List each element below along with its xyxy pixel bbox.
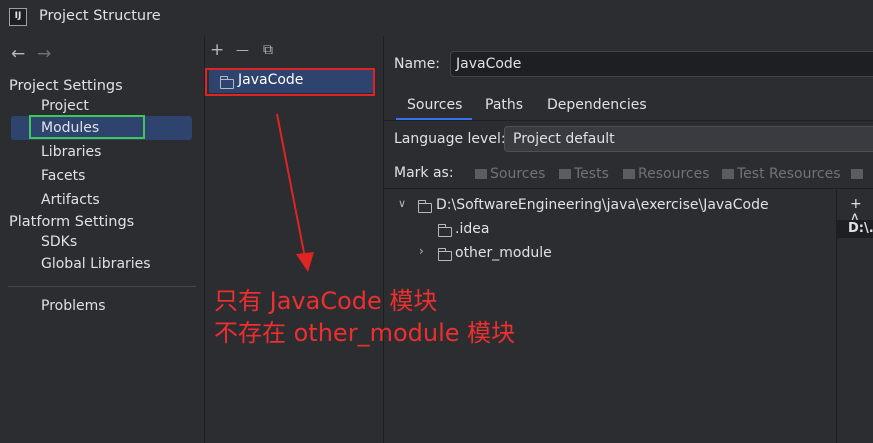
tree-item-idea[interactable]: .idea [455,221,489,237]
mark-as-excluded-button[interactable] [851,166,866,182]
module-name-field[interactable]: JavaCode [450,51,873,77]
tab-dependencies[interactable]: Dependencies [547,97,647,113]
language-level-label: Language level: [394,131,506,147]
tree-root-path[interactable]: D:\SoftwareEngineering\java\exercise\Jav… [436,197,769,213]
root-folder-icon [417,200,432,217]
collapse-chevron-icon[interactable]: ∨ [398,197,406,210]
copy-module-icon[interactable]: ⧉ [263,42,273,58]
idea-folder-icon [437,224,452,241]
intellij-app-icon: IJ [9,8,27,26]
mark-as-sources-button[interactable]: Sources [475,166,545,182]
nav-item-sdks[interactable]: SDKs [41,234,77,250]
forward-arrow-icon[interactable]: → [37,44,51,64]
tab-paths[interactable]: Paths [485,97,523,113]
nav-item-global-libraries[interactable]: Global Libraries [41,256,151,272]
remove-module-icon[interactable]: — [236,43,249,58]
excluded-folder-icon [851,169,863,179]
nav-item-problems[interactable]: Problems [41,298,106,314]
window-title: Project Structure [39,8,161,24]
active-tab-indicator [396,118,472,120]
name-label: Name: [394,56,441,72]
content-root-path[interactable]: D:\... [848,221,873,236]
modules-green-highlight-box [29,115,145,139]
annotation-line-2: 不存在 other_module 模块 [214,319,516,347]
tree-top-divider [384,188,873,189]
tab-sources[interactable]: Sources [407,97,462,113]
tabs-divider [384,120,873,121]
annotation-line-1: 只有 JavaCode 模块 [214,287,438,315]
nav-item-artifacts[interactable]: Artifacts [41,192,100,208]
expand-chevron-icon[interactable]: › [419,244,424,258]
other-module-folder-icon [437,248,452,265]
test-resources-folder-icon [722,169,734,179]
project-settings-heading: Project Settings [9,78,123,94]
language-level-dropdown[interactable]: Project default [504,126,873,152]
module-red-highlight-box [205,68,375,96]
mark-as-test-resources-button[interactable]: Test Resources [722,166,841,182]
nav-divider [8,286,196,287]
tree-item-other-module[interactable]: other_module [455,245,552,261]
tests-folder-icon [559,169,571,179]
nav-item-libraries[interactable]: Libraries [41,144,101,160]
annotation-arrow [276,113,314,272]
nav-item-project[interactable]: Project [41,98,89,114]
nav-item-facets[interactable]: Facets [41,168,85,184]
add-module-icon[interactable]: + [210,40,224,60]
back-arrow-icon[interactable]: ← [11,44,25,64]
settings-nav [0,36,204,443]
mark-as-tests-button[interactable]: Tests [559,166,609,182]
sources-folder-icon [475,169,487,179]
resources-folder-icon [623,169,635,179]
mark-as-label: Mark as: [394,165,454,181]
platform-settings-heading: Platform Settings [9,214,135,230]
mark-as-resources-button[interactable]: Resources [623,166,710,182]
